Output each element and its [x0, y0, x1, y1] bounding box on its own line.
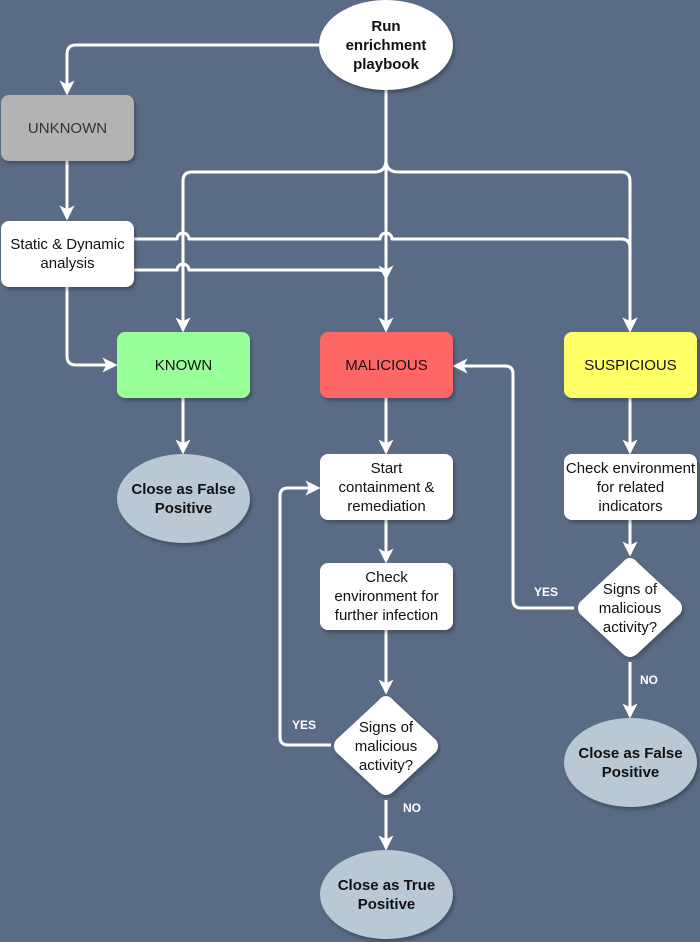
start-node[interactable]: Run enrichment playbook — [319, 0, 453, 90]
containment-node[interactable]: Start containment & remediation — [320, 454, 453, 520]
suspicious-close-label: Close as False Positive — [578, 744, 683, 781]
malicious-node-label: MALICIOUS — [345, 356, 428, 374]
check-related-indicators-node[interactable]: Check environment for related indicators — [564, 454, 697, 520]
known-node[interactable]: KNOWN — [117, 332, 250, 398]
malicious-decision-label: Signs of malicious activity? — [354, 718, 418, 774]
edge-analysis-to-malicious — [134, 262, 394, 281]
known-close-label: Close as False Positive — [131, 480, 236, 517]
edge-label-malicious-no: NO — [403, 801, 421, 815]
edge-label-suspicious-no: NO — [640, 673, 658, 687]
edge-label-suspicious-yes: YES — [534, 585, 559, 599]
edge-suspicious-yes-to-malicious — [452, 358, 574, 610]
check-further-infection-label: Check environment for further infection — [334, 569, 439, 624]
close-true-positive-node[interactable]: Close as True Positive — [320, 850, 453, 939]
edge-start-to-known — [175, 159, 388, 333]
suspicious-decision-node[interactable]: Signs of malicious activity? — [575, 556, 685, 660]
start-node-label: Run enrichment playbook — [345, 17, 427, 73]
suspicious-node[interactable]: SUSPICIOUS — [564, 332, 697, 398]
containment-node-label: Start containment & remediation — [338, 459, 435, 515]
known-close-false-positive[interactable]: Close as False Positive — [117, 454, 250, 543]
check-related-indicators-label: Check environment for related indicators — [565, 459, 696, 515]
edge-label-malicious-yes: YES — [292, 718, 317, 732]
edge-analysis-to-suspicious — [134, 231, 638, 333]
suspicious-decision-label: Signs of malicious activity? — [598, 580, 662, 636]
unknown-node[interactable]: UNKNOWN — [1, 95, 134, 161]
analysis-node-label: Static & Dynamic analysis — [10, 236, 125, 272]
suspicious-close-false-positive[interactable]: Close as False Positive — [564, 718, 697, 807]
unknown-node-label: UNKNOWN — [27, 119, 108, 137]
edge-start-to-unknown — [59, 43, 320, 96]
analysis-node[interactable]: Static & Dynamic analysis — [1, 221, 134, 287]
edge-start-to-suspicious — [384, 159, 638, 333]
known-node-label: KNOWN — [154, 356, 213, 374]
malicious-node[interactable]: MALICIOUS — [320, 332, 453, 398]
edge-analysis-to-known — [65, 287, 118, 373]
close-true-positive-label: Close as True Positive — [337, 876, 436, 913]
suspicious-node-label: SUSPICIOUS — [584, 356, 677, 374]
malicious-decision-node[interactable]: Signs of malicious activity? — [331, 694, 441, 798]
check-further-infection-node[interactable]: Check environment for further infection — [320, 563, 453, 630]
